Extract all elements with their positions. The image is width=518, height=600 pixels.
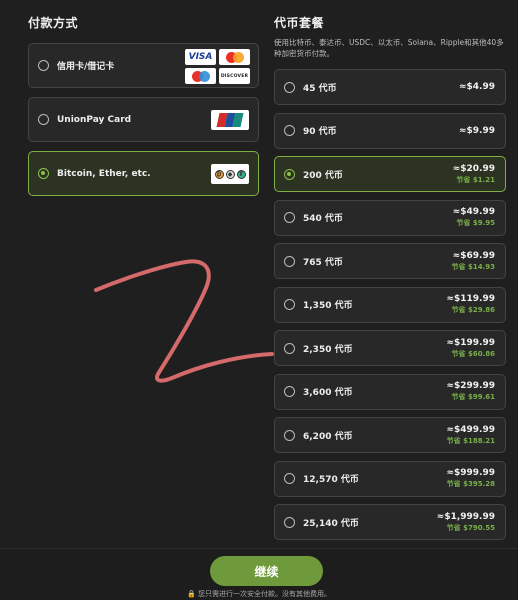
unionpay-logo-icon [211,110,249,130]
radio-button[interactable] [284,81,295,93]
package-option[interactable]: 765 代币 ≈$69.99 节省 $14.93 [274,243,506,279]
package-label: 90 代币 [303,127,337,137]
payment-option-label: Bitcoin, Ether, etc. [57,168,151,179]
mastercard-logo-icon [219,49,250,65]
package-label: 765 代币 [303,257,343,268]
package-price: ≈$119.99 [446,294,495,304]
package-price: ≈$999.99 [446,468,495,478]
package-savings: 节省 $188.21 [446,436,495,445]
package-savings: 节省 $29.86 [451,306,495,314]
discover-logo-icon: DISCOVER [219,68,250,84]
radio-button[interactable] [38,114,49,125]
radio-button-selected[interactable] [38,168,49,179]
payment-option-label: UnionPay Card [57,114,132,125]
package-price: ≈$9.99 [458,125,495,136]
package-savings: 节省 $395.28 [446,480,495,488]
package-price: ≈$1,999.99 [436,511,495,522]
continue-button[interactable]: 继续 [210,556,323,586]
package-option[interactable]: 3,600 代币 ≈$299.99 节省 $99.61 [274,373,506,410]
payment-option-unionpay[interactable]: UnionPay Card [28,97,259,142]
package-price: ≈$20.99 [452,163,495,174]
package-option[interactable]: 2,350 代币 ≈$199.99 节省 $60.86 [274,330,506,366]
package-savings: 节省 $9.95 [456,219,495,227]
package-savings: 节省 $99.61 [451,393,495,401]
radio-button[interactable] [284,429,295,441]
package-label: 540 代币 [303,214,343,224]
secure-payment-note: 🔒 您只需进行一次安全付款。没有其他费用。 [187,590,331,598]
package-price: ≈$299.99 [446,381,495,391]
radio-button[interactable] [38,60,49,71]
card-logos: VISA DISCOVER [185,49,250,84]
package-price: ≈$4.99 [458,82,495,92]
radio-button[interactable] [284,125,295,136]
package-savings: 节省 $790.55 [446,523,495,532]
package-label: 12,570 代币 [303,475,359,485]
package-label: 45 代币 [303,83,337,94]
maestro-logo-icon [185,68,216,84]
package-price: ≈$49.99 [452,207,495,217]
radio-button[interactable] [284,516,295,528]
radio-button[interactable] [284,212,295,223]
crypto-coins-icon: ₿ ◆ ₮ [211,164,249,184]
package-label: 1,350 代币 [303,301,353,311]
payment-method-section: 付款方式 信用卡/借记卡 VISA DISCOVER UnionPay Card… [28,14,259,205]
package-savings: 节省 $60.86 [451,349,495,358]
package-savings: 节省 $1.21 [456,175,495,184]
radio-button[interactable] [284,342,295,354]
package-price: ≈$199.99 [446,337,495,348]
package-option[interactable]: 540 代币 ≈$49.99 节省 $9.95 [274,199,506,236]
package-price: ≈$69.99 [452,250,495,261]
package-option[interactable]: 6,200 代币 ≈$499.99 节省 $188.21 [274,417,506,453]
package-savings: 节省 $14.93 [451,262,495,271]
payment-option-crypto[interactable]: Bitcoin, Ether, etc. ₿ ◆ ₮ [28,151,259,196]
package-option[interactable]: 12,570 代币 ≈$999.99 节省 $395.28 [274,460,506,497]
package-label: 25,140 代币 [303,518,359,529]
visa-logo-icon: VISA [185,49,216,65]
radio-button-selected[interactable] [284,168,295,180]
payment-option-card[interactable]: 信用卡/借记卡 VISA DISCOVER [28,43,259,88]
package-option-selected[interactable]: 200 代币 ≈$20.99 节省 $1.21 [274,156,506,192]
token-package-description: 使用比特币、泰达币、USDC、以太币、Solana、Ripple和其他40多种加… [274,38,504,58]
token-package-title: 代币套餐 [274,16,325,30]
radio-button[interactable] [284,299,295,310]
package-label: 6,200 代币 [303,431,353,442]
payment-method-title: 付款方式 [28,16,79,30]
package-option[interactable]: 90 代币 ≈$9.99 [274,112,506,149]
package-option[interactable]: 1,350 代币 ≈$119.99 节省 $29.86 [274,286,506,323]
payment-option-label: 信用卡/借记卡 [57,62,115,72]
bottom-action-bar: 继续 🔒 您只需进行一次安全付款。没有其他费用。 [0,548,518,600]
package-label: 2,350 代币 [303,344,353,355]
package-option[interactable]: 45 代币 ≈$4.99 [274,69,506,105]
radio-button[interactable] [284,473,295,484]
token-package-section: 代币套餐 使用比特币、泰达币、USDC、以太币、Solana、Ripple和其他… [274,14,506,548]
package-label: 200 代币 [303,170,343,181]
radio-button[interactable] [284,255,295,267]
package-label: 3,600 代币 [303,388,353,398]
package-option[interactable]: 25,140 代币 ≈$1,999.99 节省 $790.55 [274,504,506,540]
package-price: ≈$499.99 [446,424,495,435]
radio-button[interactable] [284,386,295,397]
